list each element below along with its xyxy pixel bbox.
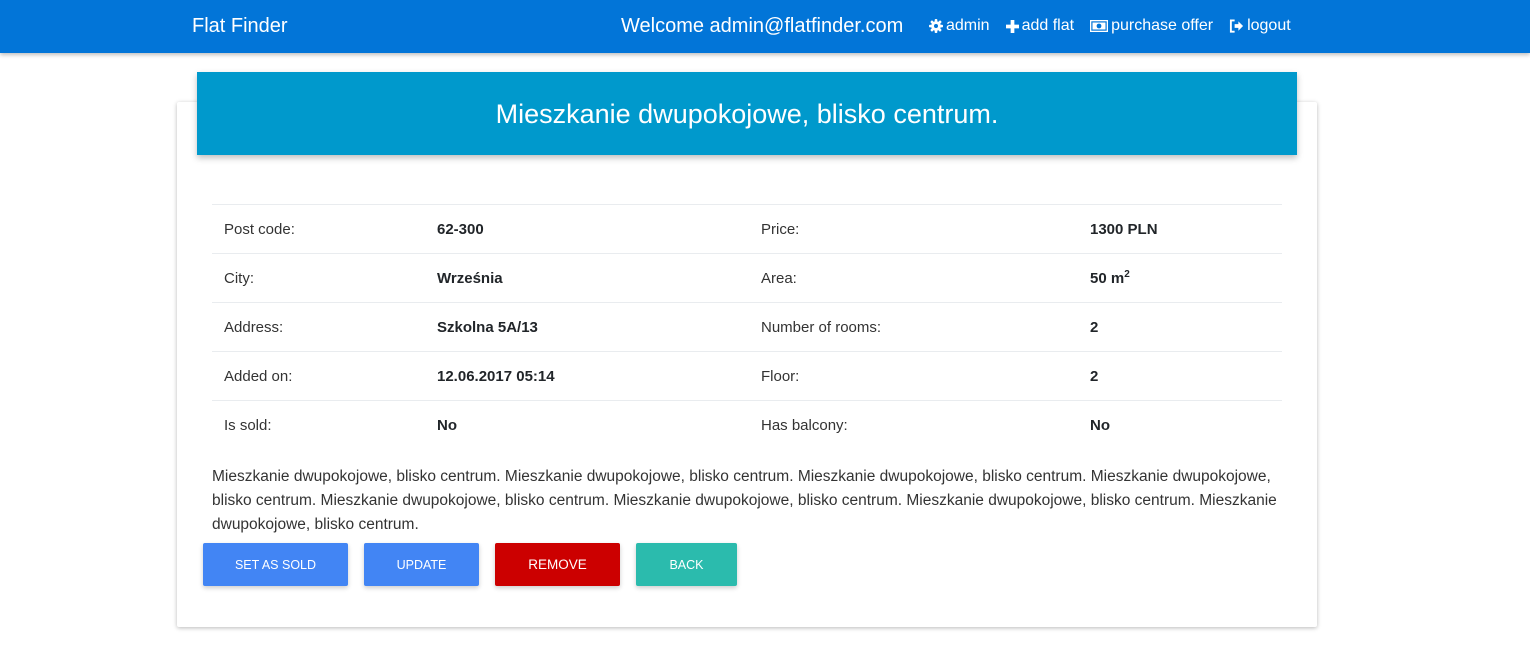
flat-details-table: Post code: 62-300 Price: 1300 PLN City: …: [212, 204, 1282, 450]
is-sold-value: No: [425, 400, 749, 450]
plus-icon: [1005, 19, 1019, 33]
nav-link-add-flat[interactable]: add flat: [1005, 16, 1075, 36]
table-row: Address: Szkolna 5A/13 Number of rooms: …: [212, 302, 1282, 352]
city-label: City:: [212, 253, 425, 303]
area-number: 50 m: [1090, 269, 1125, 287]
nav-link-purchase-offer[interactable]: purchase offer: [1090, 16, 1213, 36]
city-value: Września: [425, 253, 749, 303]
table-row: Added on: 12.06.2017 05:14 Floor: 2: [212, 351, 1282, 401]
floor-label: Floor:: [749, 351, 1078, 401]
brand-link[interactable]: Flat Finder: [192, 14, 288, 38]
price-label: Price:: [749, 204, 1078, 254]
table-row: Post code: 62-300 Price: 1300 PLN: [212, 204, 1282, 254]
balcony-value: No: [1078, 400, 1282, 450]
nav-link-label: logout: [1247, 17, 1291, 34]
added-on-value: 12.06.2017 05:14: [425, 351, 749, 401]
price-value: 1300 PLN: [1078, 204, 1282, 254]
remove-button[interactable]: Remove: [495, 543, 620, 586]
nav-link-label: purchase offer: [1111, 17, 1214, 34]
table-row: City: Września Area: 50 m2: [212, 253, 1282, 303]
added-on-label: Added on:: [212, 351, 425, 401]
card-header: Mieszkanie dwupokojowe, blisko centrum.: [197, 72, 1297, 155]
gear-icon: [929, 19, 943, 33]
logout-icon: [1229, 19, 1244, 33]
nav-link-logout[interactable]: logout: [1229, 16, 1291, 36]
money-icon: [1090, 20, 1109, 32]
post-code-label: Post code:: [212, 204, 425, 254]
nav-link-label: add flat: [1021, 17, 1075, 34]
nav-links: admin add flat purchase offer logout: [929, 16, 1291, 36]
rooms-value: 2: [1078, 302, 1282, 352]
area-value: 50 m2: [1078, 253, 1282, 303]
area-unit-exponent: 2: [1124, 268, 1130, 280]
balcony-label: Has balcony:: [749, 400, 1078, 450]
address-label: Address:: [212, 302, 425, 352]
welcome-text: Welcome admin@flatfinder.com: [621, 15, 904, 37]
set-as-sold-button[interactable]: Set as sold: [203, 543, 348, 586]
nav-link-label: admin: [946, 17, 990, 34]
table-row: Is sold: No Has balcony: No: [212, 400, 1282, 450]
post-code-value: 62-300: [425, 204, 749, 254]
address-value: Szkolna 5A/13: [425, 302, 749, 352]
top-navbar: Flat Finder Welcome admin@flatfinder.com…: [0, 0, 1530, 53]
flat-description: Mieszkanie dwupokojowe, blisko centrum. …: [212, 468, 1277, 533]
nav-link-admin[interactable]: admin: [929, 16, 990, 36]
flat-title: Mieszkanie dwupokojowe, blisko centrum.: [495, 98, 999, 129]
update-button[interactable]: Update: [364, 543, 479, 586]
back-button[interactable]: Back: [636, 543, 737, 586]
is-sold-label: Is sold:: [212, 400, 425, 450]
floor-value: 2: [1078, 351, 1282, 401]
area-label: Area:: [749, 253, 1078, 303]
rooms-label: Number of rooms:: [749, 302, 1078, 352]
